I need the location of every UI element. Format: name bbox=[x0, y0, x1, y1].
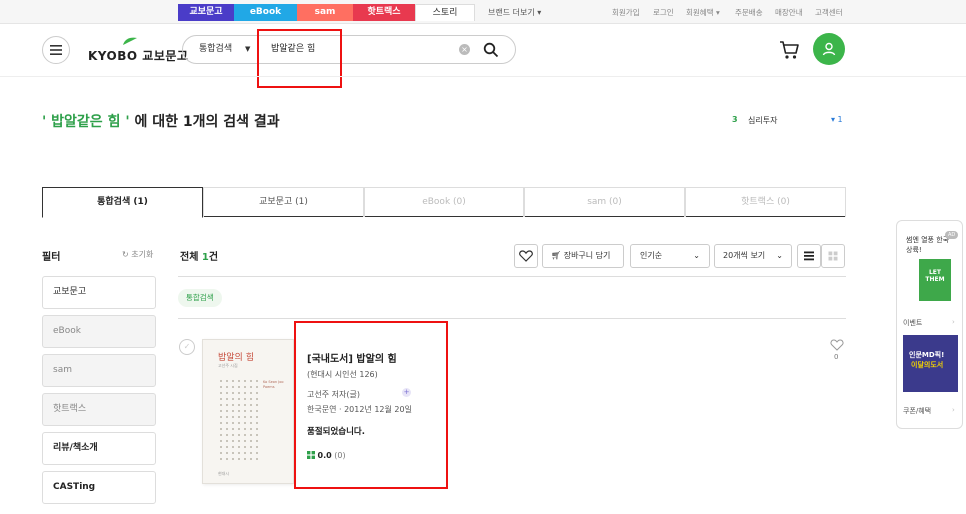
brand-tab-hottracks[interactable]: 핫트랙스 bbox=[353, 4, 415, 21]
ranking-number: 3 bbox=[732, 115, 738, 124]
filter-title: 필터 bbox=[42, 252, 61, 263]
user-profile-button[interactable] bbox=[813, 33, 845, 65]
side-promo-panel: 썸엔 열풍 한국 상륙! AD LET THEM 이벤트 › 인문MD픽! 이달… bbox=[896, 220, 963, 429]
cart-small-icon: 🛒︎ bbox=[551, 251, 562, 260]
util-benefits-link[interactable]: 회원혜택 ▾ bbox=[686, 4, 720, 21]
brand-strip: 교보문고 eBook sam 핫트랙스 스토리 브랜드 더보기 ▾ 회원가입 로… bbox=[0, 0, 966, 24]
add-to-cart-button[interactable]: 🛒︎ 장바구니 담기 bbox=[542, 244, 624, 268]
header-divider bbox=[0, 76, 966, 77]
tab-ebook[interactable]: eBook (0) bbox=[364, 187, 524, 217]
caret-down-icon: ▼ bbox=[245, 45, 251, 53]
util-login-link[interactable]: 로그인 bbox=[653, 4, 674, 21]
total-unit: 건 bbox=[208, 252, 219, 263]
highlight-box-search bbox=[257, 29, 342, 88]
util-signup-link[interactable]: 회원가입 bbox=[612, 4, 640, 21]
result-suffix: 에 대한 1개의 검색 결과 bbox=[129, 114, 280, 130]
brand-tab-kyobo[interactable]: 교보문고 bbox=[178, 4, 234, 21]
sort-label: 인기순 bbox=[640, 251, 663, 260]
hamburger-icon bbox=[50, 45, 62, 55]
tab-hottracks[interactable]: 핫트랙스 (0) bbox=[685, 187, 846, 217]
clear-search-icon[interactable]: × bbox=[459, 44, 470, 55]
filter-item-kyobo[interactable]: 교보문고 bbox=[42, 276, 156, 309]
result-tabs: 통합검색 (1) 교보문고 (1) eBook (0) sam (0) 핫트랙스… bbox=[42, 187, 846, 218]
total-number: 1 bbox=[201, 252, 209, 263]
coupon-link[interactable]: 쿠폰/혜택 bbox=[903, 406, 931, 416]
cover-author: 고선주 시집 bbox=[218, 363, 238, 368]
cover-pattern bbox=[218, 378, 258, 463]
brand-more-link[interactable]: 브랜드 더보기 ▾ bbox=[488, 4, 541, 21]
page-size-select[interactable]: 20개씩 보기 ⌄ bbox=[714, 244, 792, 268]
search-bar: 통합검색 ▼ 밥알같은 힘 × bbox=[182, 35, 516, 64]
list-view-icon bbox=[804, 251, 814, 261]
chevron-down-icon: ⌄ bbox=[776, 251, 783, 260]
util-orders-link[interactable]: 주문배송 bbox=[735, 4, 763, 21]
total-label: 전체 bbox=[180, 252, 202, 263]
promo-banner-image[interactable]: 인문MD픽! 이달의도서 bbox=[903, 335, 958, 392]
filter-reset-label: 초기화 bbox=[131, 250, 154, 259]
like-count: 0 bbox=[834, 353, 839, 361]
ranking-keyword[interactable]: 심리투자 bbox=[748, 115, 777, 126]
heart-icon bbox=[519, 250, 533, 262]
select-item-checkbox[interactable]: ✓ bbox=[179, 339, 195, 355]
grid-view-button[interactable] bbox=[821, 244, 845, 268]
tab-integrated[interactable]: 통합검색 (1) bbox=[42, 187, 203, 218]
list-view-button[interactable] bbox=[797, 244, 821, 268]
highlight-box-book bbox=[294, 321, 448, 489]
chevron-right-icon: › bbox=[952, 318, 955, 326]
filter-item-ebook[interactable]: eBook bbox=[42, 315, 156, 348]
chevron-down-icon: ⌄ bbox=[693, 251, 700, 260]
promo-book-image[interactable]: LET THEM bbox=[919, 259, 951, 301]
ranking-change: ▾ 1 bbox=[831, 115, 843, 124]
refresh-icon: ↻ bbox=[122, 250, 129, 259]
cart-icon[interactable] bbox=[778, 39, 800, 61]
sort-select[interactable]: 인기순 ⌄ bbox=[630, 244, 710, 268]
add-to-cart-label: 장바구니 담기 bbox=[563, 251, 611, 260]
cover-title: 밥알의 힘 bbox=[218, 353, 254, 363]
util-support-link[interactable]: 고객센터 bbox=[815, 4, 843, 21]
logo-text: KYOBO 교보문고 bbox=[88, 49, 189, 63]
leaf-logo-icon bbox=[123, 37, 137, 45]
brand-tab-sam[interactable]: sam bbox=[297, 4, 353, 21]
book-cover[interactable]: 밥알의 힘 고선주 시집 Ko Seon Joo Poems 현대시 bbox=[202, 339, 294, 484]
list-divider bbox=[178, 276, 846, 277]
menu-button[interactable] bbox=[42, 36, 70, 64]
result-quote-open: ' bbox=[42, 114, 52, 130]
grid-view-icon bbox=[828, 251, 838, 261]
filter-item-casting[interactable]: CASTing bbox=[42, 471, 156, 504]
page-size-label: 20개씩 보기 bbox=[723, 251, 766, 260]
brand-tab-ebook[interactable]: eBook bbox=[234, 4, 297, 21]
event-link[interactable]: 이벤트 bbox=[903, 318, 922, 328]
promo-book-text: LET THEM bbox=[925, 269, 945, 283]
filter-item-review[interactable]: 리뷰/책소개 bbox=[42, 432, 156, 465]
filter-item-sam[interactable]: sam bbox=[42, 354, 156, 387]
search-icon[interactable] bbox=[483, 42, 499, 58]
user-icon bbox=[822, 42, 836, 56]
cover-side-text: Ko Seon Joo Poems bbox=[263, 380, 284, 389]
like-heart-icon[interactable] bbox=[830, 339, 844, 351]
result-quote-close: ' bbox=[120, 114, 130, 130]
result-query: 밥알같은 힘 bbox=[51, 114, 121, 130]
util-stores-link[interactable]: 매장안내 bbox=[775, 4, 803, 21]
total-count: 전체 1건 bbox=[180, 248, 218, 263]
filter-reset-button[interactable]: ↻ 초기화 bbox=[122, 249, 153, 260]
wishlist-all-button[interactable] bbox=[514, 244, 538, 268]
tab-sam[interactable]: sam (0) bbox=[524, 187, 685, 217]
cover-publisher: 현대시 bbox=[218, 471, 230, 476]
tab-kyobo[interactable]: 교보문고 (1) bbox=[203, 187, 364, 217]
ad-badge: AD bbox=[945, 231, 959, 239]
brand-tab-story[interactable]: 스토리 bbox=[415, 4, 475, 21]
banner-line-2: 이달의도서 bbox=[911, 361, 944, 369]
result-title: ' 밥알같은 힘 ' 에 대한 1개의 검색 결과 bbox=[42, 111, 280, 131]
filter-item-hottracks[interactable]: 핫트랙스 bbox=[42, 393, 156, 426]
chevron-right-icon: › bbox=[952, 406, 955, 414]
search-category-select[interactable]: 통합검색 bbox=[199, 36, 232, 63]
list-divider-2 bbox=[178, 318, 846, 319]
active-filter-chip[interactable]: 통합검색 bbox=[178, 289, 222, 307]
banner-line-1: 인문MD픽! bbox=[909, 351, 945, 359]
